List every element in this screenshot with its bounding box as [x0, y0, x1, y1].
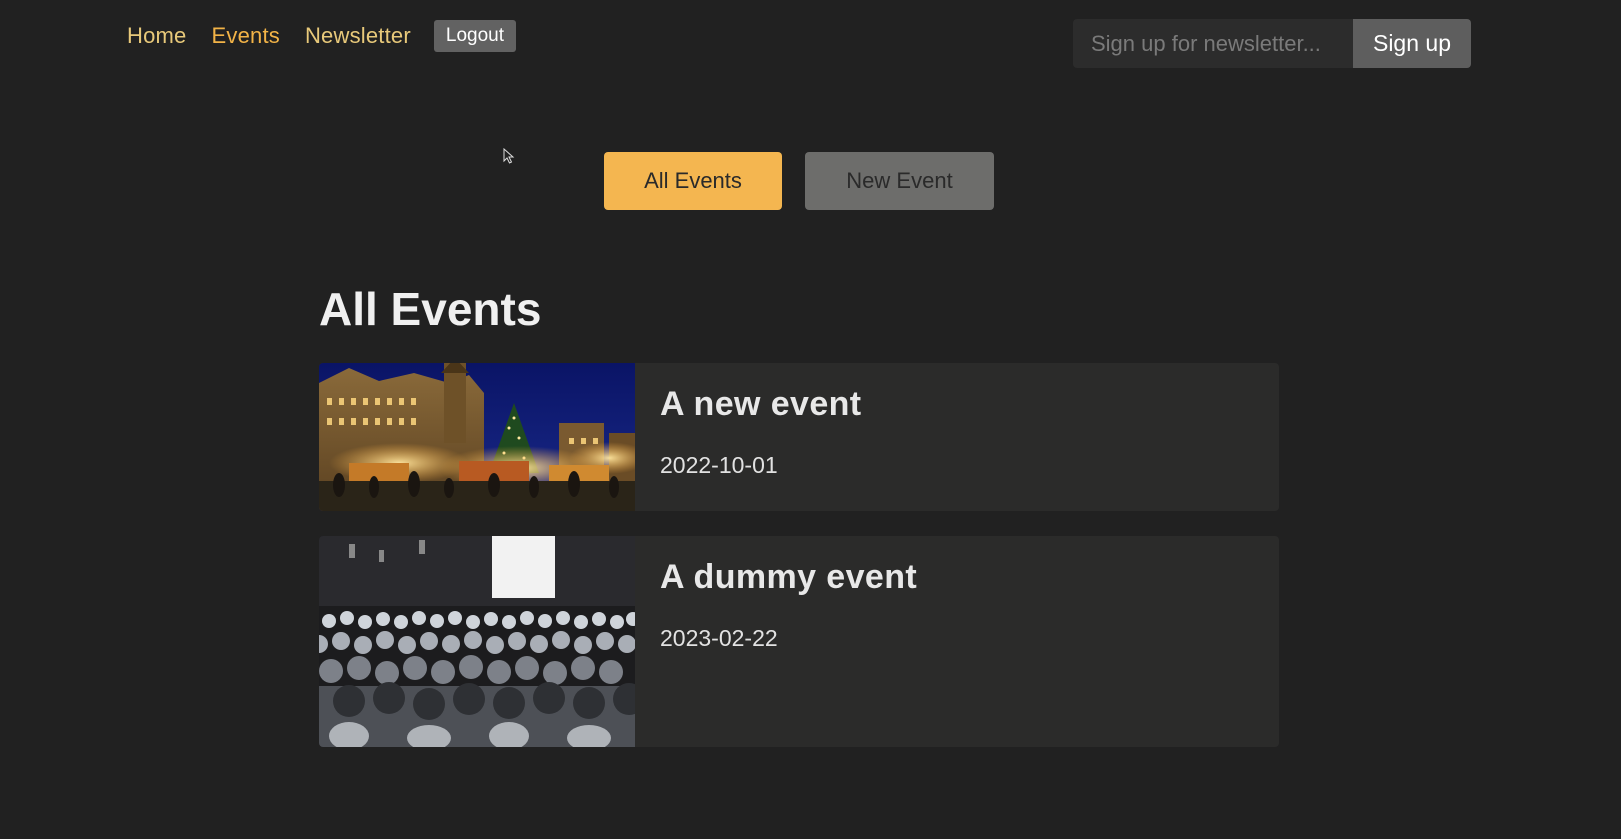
nav-link-events[interactable]: Events [212, 23, 280, 49]
page-title: All Events [319, 283, 542, 335]
event-title: A new event [660, 385, 862, 423]
event-content: A dummy event 2023-02-22 [635, 536, 917, 747]
main-navigation: Home Events Newsletter Logout [127, 20, 517, 52]
nav-link-home[interactable]: Home [127, 23, 187, 49]
mouse-pointer-icon [503, 148, 515, 164]
event-content: A new event 2022-10-01 [635, 363, 862, 511]
all-events-button[interactable]: All Events [604, 152, 782, 210]
signup-button[interactable]: Sign up [1353, 19, 1471, 68]
event-card[interactable]: A new event 2022-10-01 [319, 363, 1279, 511]
event-image-christmas-market [319, 363, 635, 511]
event-date: 2022-10-01 [660, 452, 778, 478]
event-card[interactable]: A dummy event 2023-02-22 [319, 536, 1279, 747]
newsletter-email-input[interactable] [1073, 19, 1353, 68]
event-list: A new event 2022-10-01 A dummy event 202… [319, 363, 1279, 772]
events-navigation: All Events New Event [604, 152, 994, 210]
event-title: A dummy event [660, 558, 918, 596]
event-date: 2023-02-22 [660, 625, 778, 651]
nav-link-newsletter[interactable]: Newsletter [305, 23, 411, 49]
new-event-button[interactable]: New Event [805, 152, 994, 210]
event-image-conference-audience [319, 536, 635, 747]
logout-button[interactable]: Logout [433, 20, 517, 52]
newsletter-signup-form: Sign up [1073, 19, 1471, 68]
